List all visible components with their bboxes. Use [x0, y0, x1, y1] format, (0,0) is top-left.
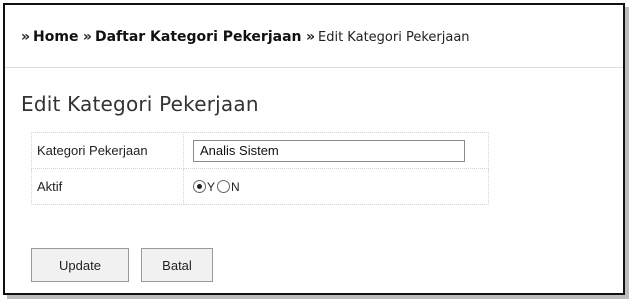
breadcrumb-link-daftar-kategori[interactable]: Daftar Kategori Pekerjaan [95, 29, 302, 45]
kategori-field-cell [183, 132, 489, 169]
breadcrumb-separator: » [305, 29, 315, 45]
breadcrumb-current: Edit Kategori Pekerjaan [318, 30, 470, 45]
radio-checked-dot [197, 184, 202, 189]
breadcrumb-separator: » [21, 29, 31, 45]
form-row-aktif: Aktif Y N [31, 168, 489, 205]
update-button[interactable]: Update [31, 248, 129, 282]
batal-button[interactable]: Batal [141, 248, 213, 282]
aktif-radio-n[interactable] [217, 180, 231, 193]
aktif-radio-y-label: Y [207, 179, 216, 194]
breadcrumb: » Home » Daftar Kategori Pekerjaan » Edit K… [21, 29, 470, 45]
page-title: Edit Kategori Pekerjaan [21, 92, 259, 116]
breadcrumb-link-home[interactable]: Home [33, 29, 78, 45]
aktif-radio-group: Y N [193, 180, 483, 194]
breadcrumb-divider [5, 67, 623, 68]
aktif-field-cell: Y N [183, 168, 489, 205]
aktif-label: Aktif [31, 168, 184, 205]
aktif-radio-n-label: N [231, 179, 240, 194]
breadcrumb-separator: » [82, 29, 92, 45]
aktif-radio-y[interactable] [193, 180, 206, 193]
edit-form-table: Kategori Pekerjaan Aktif Y N [31, 132, 489, 205]
form-row-kategori: Kategori Pekerjaan [31, 132, 489, 169]
kategori-pekerjaan-input[interactable] [193, 139, 465, 162]
kategori-label: Kategori Pekerjaan [31, 132, 184, 169]
content-panel: » Home » Daftar Kategori Pekerjaan » Edit K… [3, 3, 625, 295]
